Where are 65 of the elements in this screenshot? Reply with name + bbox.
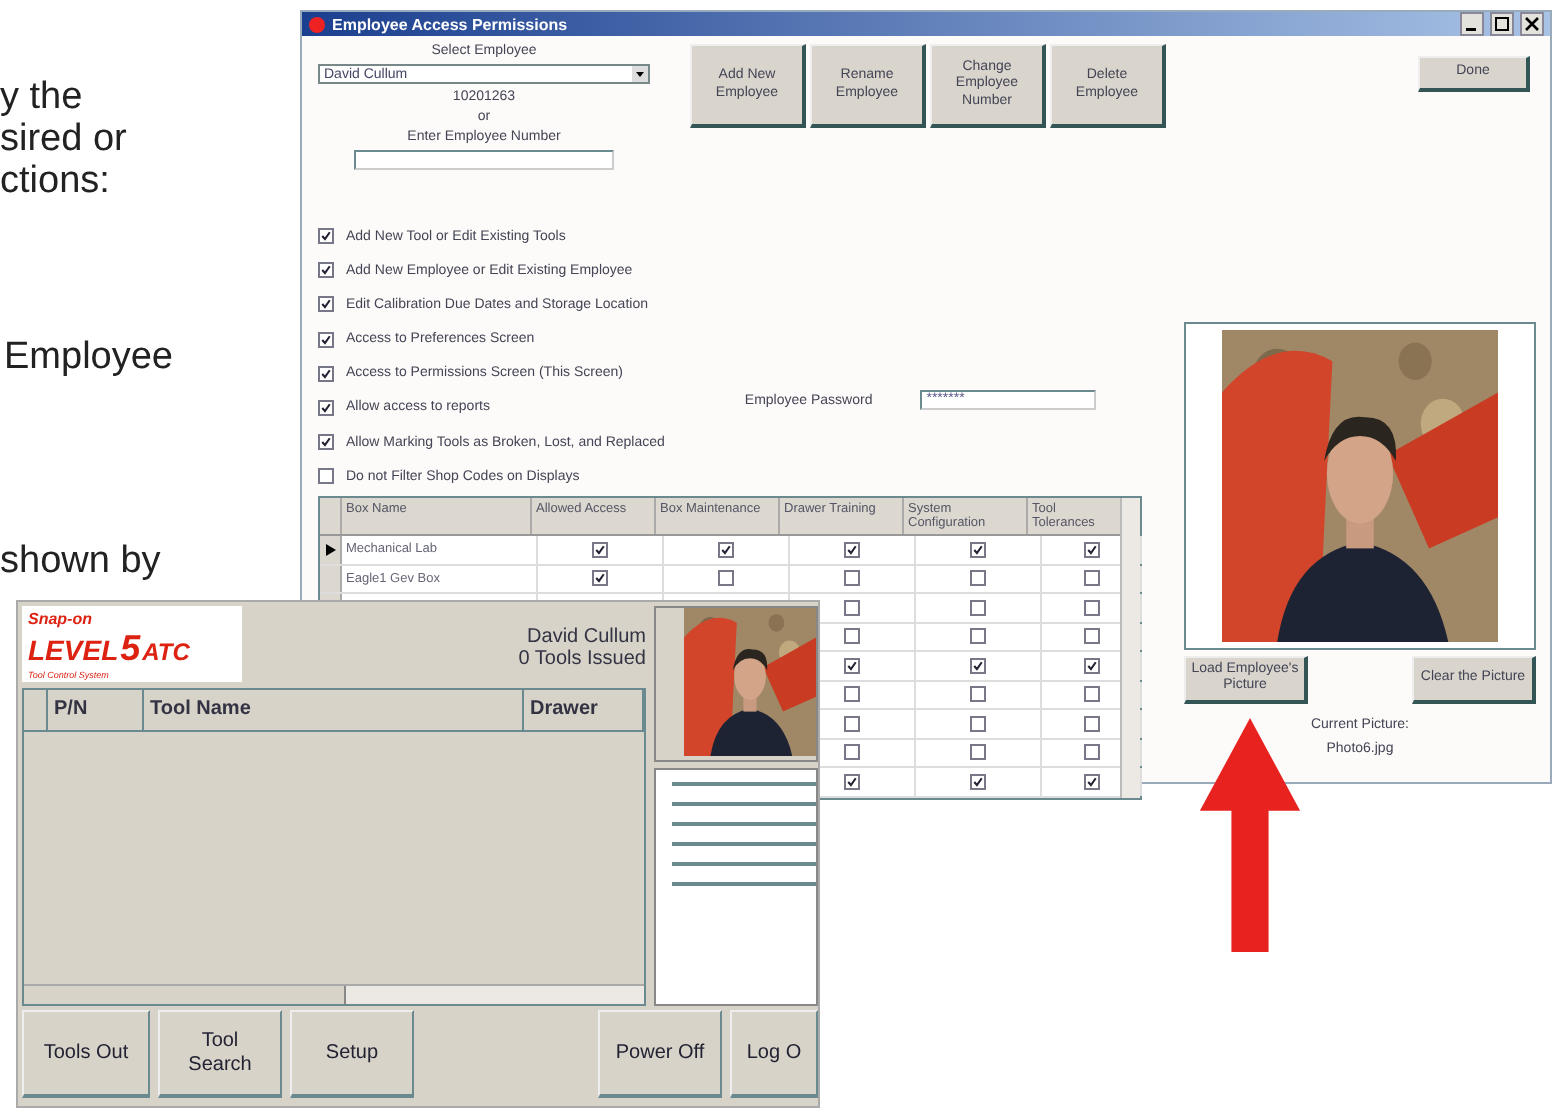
checkbox[interactable] <box>1083 541 1099 558</box>
body-text: y the <box>0 76 83 120</box>
scrollbar[interactable] <box>1120 498 1140 797</box>
user-name: David Cullum <box>527 626 646 648</box>
checkbox[interactable] <box>844 541 860 558</box>
tools-issued: 0 Tools Issued <box>518 648 646 670</box>
dropdown-icon <box>632 66 648 82</box>
checkbox[interactable] <box>1083 773 1099 790</box>
checkbox[interactable] <box>318 228 334 244</box>
checkbox[interactable] <box>718 541 734 558</box>
checkbox[interactable] <box>844 599 860 616</box>
checkbox[interactable] <box>970 657 986 674</box>
column-header: P/N <box>48 690 144 730</box>
checkbox[interactable] <box>844 657 860 674</box>
scrollbar[interactable] <box>24 984 644 1004</box>
checkbox[interactable] <box>592 570 608 587</box>
body-text: sired or <box>0 118 127 162</box>
checkbox[interactable] <box>318 399 334 416</box>
menu-button[interactable]: Setup <box>290 1010 414 1098</box>
checkbox[interactable] <box>1083 657 1099 674</box>
checkbox[interactable] <box>318 331 334 348</box>
checkbox[interactable] <box>1083 744 1099 761</box>
checkbox[interactable] <box>970 715 986 732</box>
checkbox[interactable] <box>1083 570 1099 587</box>
menu-button[interactable]: Log O <box>730 1010 818 1098</box>
checkbox[interactable] <box>1083 686 1099 703</box>
menu-button[interactable]: Power Off <box>598 1010 722 1098</box>
checkbox[interactable] <box>1083 715 1099 732</box>
app-icon <box>308 15 326 33</box>
body-text: shown by <box>0 540 161 584</box>
checkbox[interactable] <box>1083 628 1099 645</box>
checkbox[interactable] <box>844 744 860 761</box>
body-text: Employee <box>4 336 173 380</box>
column-header: Tool Name <box>144 690 524 730</box>
checkbox[interactable] <box>318 296 334 313</box>
checkbox[interactable] <box>844 628 860 645</box>
checkbox[interactable] <box>592 541 608 558</box>
checkbox[interactable] <box>718 570 734 587</box>
checkbox[interactable] <box>844 773 860 790</box>
checkbox[interactable] <box>1083 599 1099 616</box>
checkbox[interactable] <box>318 262 334 279</box>
window-title: Employee Access Permissions <box>332 15 570 33</box>
minimize-icon[interactable] <box>1460 12 1484 36</box>
checkbox[interactable] <box>844 686 860 703</box>
checkbox[interactable] <box>970 628 986 645</box>
checkbox[interactable] <box>970 570 986 587</box>
checkbox[interactable] <box>970 773 986 790</box>
column-header: Drawer <box>524 690 644 730</box>
checkbox[interactable] <box>970 686 986 703</box>
checkbox[interactable] <box>970 599 986 616</box>
checkbox[interactable] <box>318 468 334 485</box>
employee-number-field[interactable] <box>354 150 614 170</box>
body-text: ctions: <box>0 160 110 204</box>
checkbox[interactable] <box>318 434 334 451</box>
checkbox[interactable] <box>844 715 860 732</box>
row-selector[interactable] <box>320 536 342 563</box>
checkbox[interactable] <box>844 570 860 587</box>
checkbox[interactable] <box>970 541 986 558</box>
arrow-icon <box>1196 718 1304 952</box>
checkbox[interactable] <box>318 365 334 382</box>
menu-button[interactable]: Tool Search <box>158 1010 282 1098</box>
maximize-icon[interactable] <box>1490 12 1514 36</box>
checkbox[interactable] <box>970 744 986 761</box>
menu-button[interactable]: Tools Out <box>22 1010 150 1098</box>
close-icon[interactable] <box>1520 12 1544 36</box>
